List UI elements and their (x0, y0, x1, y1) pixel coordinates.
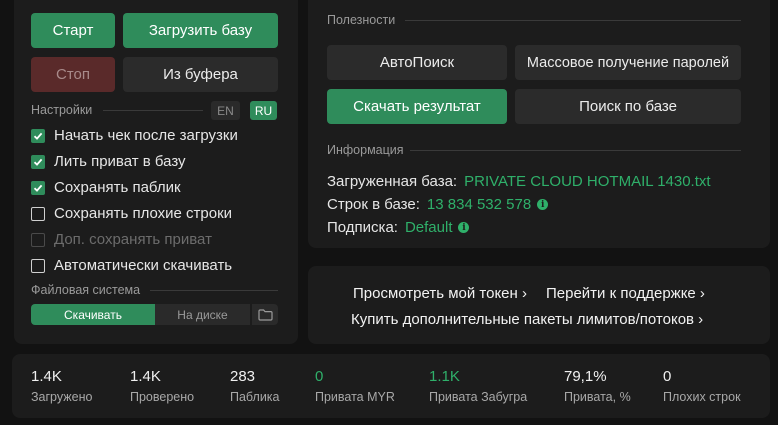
option-label: Автоматически скачивать (54, 257, 233, 274)
information-divider (410, 150, 741, 151)
option-extra-save-private: Доп. сохранять приват (31, 231, 212, 248)
from-buffer-button[interactable]: Из буфера (123, 57, 278, 92)
option-save-public[interactable]: Сохранять паблик (31, 179, 181, 196)
stat-value: 283 (230, 368, 256, 385)
info-icon[interactable]: i (458, 222, 470, 233)
lines-count-line: Строк в базе: 13 834 532 578 i (327, 196, 549, 213)
search-base-button[interactable]: Поиск по базе (515, 89, 741, 124)
stat-label: Плохих строк (663, 390, 741, 404)
support-link[interactable]: Перейти к поддержке › (546, 285, 705, 302)
option-label: Сохранять плохие строки (54, 205, 233, 222)
subscription-line: Подписка: Default i (327, 219, 470, 236)
option-label: Сохранять паблик (54, 179, 181, 196)
stat-label: Паблика (230, 390, 280, 404)
subscription-value: Default (404, 219, 453, 236)
fs-download-tab[interactable]: Скачивать (31, 304, 155, 325)
stat-loaded: 1.4K Загружено (31, 368, 92, 404)
filesystem-label: Файловая система (31, 283, 141, 297)
information-label: Информация (327, 143, 404, 157)
stat-public: 283 Паблика (230, 368, 280, 404)
stat-label: Загружено (31, 390, 93, 404)
stat-checked: 1.4K Проверено (130, 368, 194, 404)
lines-count-value: 13 834 532 578 (426, 196, 532, 213)
settings-label: Настройки (31, 103, 93, 117)
autosearch-button[interactable]: АвтоПоиск (327, 45, 507, 80)
stat-value: 79,1% (564, 368, 607, 385)
view-token-link[interactable]: Просмотреть мой токен › (353, 285, 527, 302)
lang-ru-toggle[interactable]: RU (250, 101, 277, 120)
stat-private-percent: 79,1% Привата, % (564, 368, 631, 404)
option-label: Начать чек после загрузки (54, 127, 238, 144)
folder-icon[interactable] (252, 304, 278, 325)
stat-value: 1.4K (130, 368, 161, 385)
loaded-base-line: Загруженная база: PRIVATE CLOUD HOTMAIL … (327, 173, 711, 190)
utilities-divider (405, 20, 741, 21)
stat-bad-lines: 0 Плохих строк (663, 368, 741, 404)
loaded-base-key: Загруженная база: (327, 173, 458, 190)
checkbox-checked-icon[interactable] (31, 154, 45, 169)
filesystem-divider (150, 290, 278, 291)
stat-private-myr: 0 Привата MYR (315, 368, 395, 404)
option-start-check-after-load[interactable]: Начать чек после загрузки (31, 127, 238, 144)
stat-private-abroad: 1.1K Привата Забугра (429, 368, 527, 404)
checkbox-unchecked-icon[interactable] (31, 206, 45, 221)
stat-label: Привата, % (564, 390, 631, 404)
settings-divider (103, 110, 203, 111)
stat-value: 0 (315, 368, 324, 385)
stat-value: 1.4K (31, 368, 62, 385)
mass-passwords-button[interactable]: Массовое получение паролей (515, 45, 741, 80)
stop-button[interactable]: Стоп (31, 57, 115, 92)
option-save-bad-lines[interactable]: Сохранять плохие строки (31, 205, 232, 222)
checkbox-disabled-icon (31, 232, 45, 247)
option-label: Лить приват в базу (54, 153, 186, 170)
download-result-button[interactable]: Скачать результат (327, 89, 507, 124)
checkbox-checked-icon[interactable] (31, 180, 45, 195)
option-auto-download[interactable]: Автоматически скачивать (31, 257, 232, 274)
info-icon[interactable]: i (537, 199, 549, 210)
fs-on-disk-tab[interactable]: На диске (155, 304, 250, 325)
subscription-key: Подписка: (327, 219, 398, 236)
stat-label: Привата MYR (315, 390, 395, 404)
links-panel (308, 266, 770, 344)
checkbox-unchecked-icon[interactable] (31, 258, 45, 273)
lang-en-toggle[interactable]: EN (211, 101, 240, 120)
buy-packages-link[interactable]: Купить дополнительные пакеты лимитов/пот… (351, 311, 703, 328)
stat-value: 1.1K (429, 368, 460, 385)
loaded-base-value: PRIVATE CLOUD HOTMAIL 1430.txt (464, 173, 711, 190)
option-label: Доп. сохранять приват (54, 231, 212, 248)
checkbox-checked-icon[interactable] (31, 128, 45, 143)
option-pour-private-to-base[interactable]: Лить приват в базу (31, 153, 186, 170)
stat-label: Привата Забугра (429, 390, 528, 404)
lines-count-key: Строк в базе: (327, 196, 420, 213)
stat-label: Проверено (130, 390, 195, 404)
load-base-button[interactable]: Загрузить базу (123, 13, 278, 48)
stat-value: 0 (663, 368, 672, 385)
utilities-label: Полезности (327, 13, 396, 27)
start-button[interactable]: Старт (31, 13, 115, 48)
